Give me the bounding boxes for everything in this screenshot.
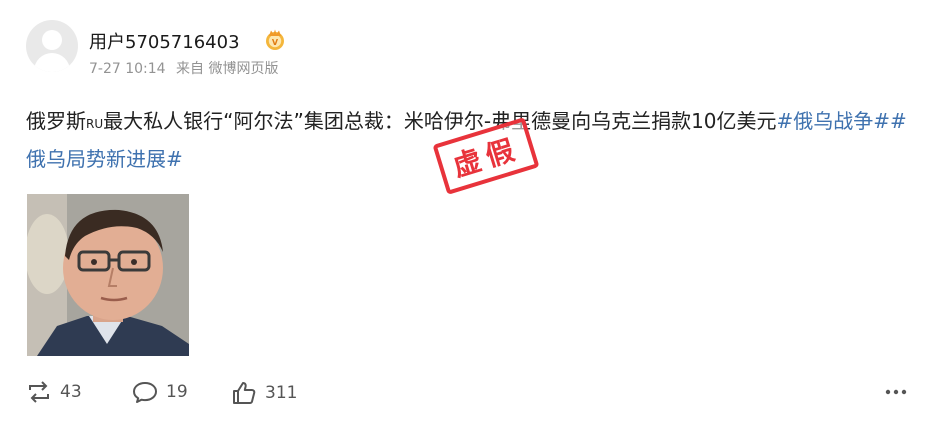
post-text-part2: 最大私人银行“阿尔法”集团总裁：米哈伊尔-弗里德曼向乌克兰捐款10亿美元	[103, 109, 777, 133]
repost-button[interactable]: 43	[26, 380, 82, 404]
avatar-body-shape	[34, 53, 70, 72]
username[interactable]: 用户5705716403	[89, 28, 240, 54]
more-button[interactable]	[884, 380, 908, 404]
like-count: 311	[265, 383, 298, 403]
repost-count: 43	[60, 382, 82, 402]
hashtag-link[interactable]: #俄乌战争#	[777, 109, 891, 133]
action-bar: 43 19 311	[0, 372, 936, 412]
post-source: 来自 微博网页版	[176, 61, 279, 77]
vip-crown-icon[interactable]: V	[263, 27, 287, 51]
portrait-illustration	[27, 194, 189, 356]
avatar[interactable]	[26, 20, 78, 72]
like-button[interactable]: 311	[231, 380, 297, 406]
avatar-head-shape	[42, 30, 62, 50]
post-text-part1: 俄罗斯	[26, 109, 86, 133]
comment-icon	[133, 382, 157, 403]
more-icon	[885, 389, 907, 395]
repost-icon	[29, 381, 49, 403]
post-text-ru: RU	[86, 117, 104, 131]
post-time[interactable]: 7-27 10:14	[89, 61, 166, 77]
weibo-post-card: 用户5705716403 V 7-27 10:14 来自 微博网页版 俄罗斯RU…	[0, 0, 936, 434]
comment-button[interactable]: 19	[132, 380, 188, 404]
like-icon	[233, 382, 256, 404]
post-meta: 7-27 10:14 来自 微博网页版	[89, 58, 284, 78]
post-image[interactable]	[27, 194, 189, 356]
comment-count: 19	[166, 382, 188, 402]
svg-text:V: V	[272, 38, 279, 47]
